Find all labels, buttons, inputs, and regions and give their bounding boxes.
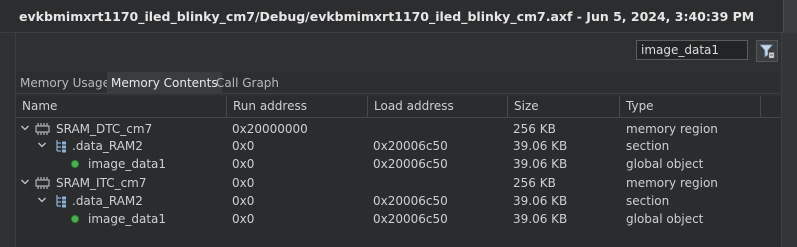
column-header-name[interactable]: Name <box>16 96 227 117</box>
row-run-address: 0x0 <box>232 194 255 208</box>
row-load-address: 0x20006c50 <box>373 194 448 208</box>
title-bar-edge <box>783 0 797 33</box>
row-size: 39.06 KB <box>513 194 568 208</box>
row-name: image_data1 <box>88 157 167 171</box>
row-type: section <box>626 139 670 153</box>
column-header-type[interactable]: Type <box>620 96 761 117</box>
row-load-address: 0x20006c50 <box>373 139 448 153</box>
column-header-load-address[interactable]: Load address <box>368 96 508 117</box>
global-object-icon <box>70 214 80 224</box>
row-run-address: 0x0 <box>232 139 255 153</box>
column-header-size[interactable]: Size <box>508 96 620 117</box>
section-icon <box>56 140 66 153</box>
row-name: .data_RAM2 <box>72 194 143 208</box>
row-type: global object <box>626 212 704 226</box>
table-row[interactable]: SRAM_ITC_cm7 0x0 256 KB memory region <box>16 174 781 192</box>
tab-memory-contents[interactable]: Memory Contents <box>107 72 222 94</box>
row-name: image_data1 <box>88 212 167 226</box>
row-run-address: 0x0 <box>232 157 255 171</box>
row-size: 39.06 KB <box>513 139 568 153</box>
chevron-down-icon[interactable] <box>20 177 30 187</box>
memory-region-icon <box>35 123 50 135</box>
row-load-address: 0x20006c50 <box>373 157 448 171</box>
row-name: SRAM_DTC_cm7 <box>56 122 153 136</box>
row-type: global object <box>626 157 704 171</box>
row-type: section <box>626 194 670 208</box>
tab-call-graph[interactable]: Call Graph <box>212 72 283 94</box>
table-row[interactable]: .data_RAM2 0x0 0x20006c50 39.06 KB secti… <box>16 137 781 155</box>
window-title: evkbmimxrt1170_iled_blinky_cm7/Debug/evk… <box>19 9 755 24</box>
row-size: 39.06 KB <box>513 157 568 171</box>
table-row[interactable]: .data_RAM2 0x0 0x20006c50 39.06 KB secti… <box>16 192 781 210</box>
table-row[interactable]: image_data1 0x0 0x20006c50 39.06 KB glob… <box>16 210 781 228</box>
chevron-down-icon[interactable] <box>37 140 47 150</box>
chevron-down-icon[interactable] <box>20 123 30 133</box>
table-header: Name Run address Load address Size Type <box>16 96 781 118</box>
vertical-scrollbar[interactable] <box>781 33 797 247</box>
section-icon <box>56 195 66 208</box>
tab-memory-usage[interactable]: Memory Usage <box>16 72 114 94</box>
table-row[interactable]: SRAM_DTC_cm7 0x20000000 256 KB memory re… <box>16 120 781 138</box>
row-size: 39.06 KB <box>513 212 568 226</box>
table-row[interactable]: image_data1 0x0 0x20006c50 39.06 KB glob… <box>16 155 781 173</box>
chevron-down-icon[interactable] <box>37 195 47 205</box>
row-run-address: 0x0 <box>232 212 255 226</box>
filter-icon <box>759 44 775 59</box>
row-type: memory region <box>626 122 718 136</box>
row-run-address: 0x0 <box>232 176 255 190</box>
row-name: .data_RAM2 <box>72 139 143 153</box>
tab-bar: Memory Usage Memory Contents Call Graph <box>16 72 778 94</box>
filter-input[interactable] <box>636 40 748 60</box>
row-size: 256 KB <box>513 122 556 136</box>
title-bar: evkbmimxrt1170_iled_blinky_cm7/Debug/evk… <box>0 0 797 33</box>
row-load-address: 0x20006c50 <box>373 212 448 226</box>
memory-region-icon <box>35 177 50 189</box>
window: evkbmimxrt1170_iled_blinky_cm7/Debug/evk… <box>0 0 797 247</box>
row-type: memory region <box>626 176 718 190</box>
row-size: 256 KB <box>513 176 556 190</box>
row-run-address: 0x20000000 <box>232 122 308 136</box>
filter-button[interactable] <box>756 40 778 62</box>
row-name: SRAM_ITC_cm7 <box>56 176 147 190</box>
column-header-run-address[interactable]: Run address <box>227 96 368 117</box>
global-object-icon <box>70 159 80 169</box>
